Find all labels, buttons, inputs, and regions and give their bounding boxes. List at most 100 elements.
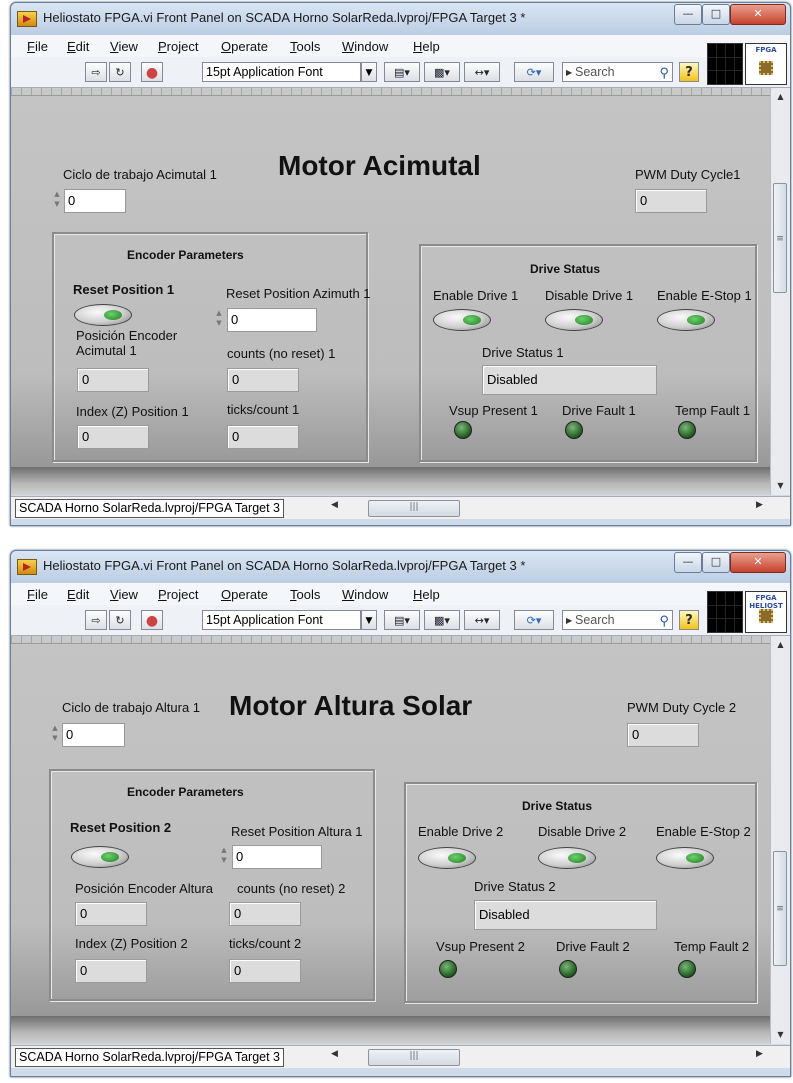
reset-position-input[interactable]: 0 — [232, 845, 322, 869]
ticks-per-count-indicator: 0 — [229, 959, 301, 983]
reset-position-button[interactable] — [74, 304, 132, 326]
vertical-scrollbar[interactable]: ▲ ≡ ▼ — [770, 636, 790, 1044]
menu-file[interactable]: File — [27, 587, 48, 602]
menu-window[interactable]: Window — [342, 39, 388, 54]
menu-tools[interactable]: Tools — [290, 39, 320, 54]
run-continuously-icon[interactable]: ↻ — [109, 610, 131, 630]
duty-cycle-label: Ciclo de trabajo Acimutal 1 — [63, 167, 217, 182]
menu-edit[interactable]: Edit — [67, 39, 89, 54]
menu-project[interactable]: Project — [158, 39, 198, 54]
menu-project[interactable]: Project — [158, 587, 198, 602]
minimize-button[interactable]: — — [674, 552, 702, 573]
scroll-down-icon[interactable]: ▼ — [771, 1028, 790, 1042]
title-bar[interactable]: Heliostato FPGA.vi Front Panel on SCADA … — [11, 551, 790, 583]
drive-status-title: Drive Status — [530, 262, 601, 276]
font-select[interactable]: 15pt Application Font — [202, 610, 361, 630]
panel-ruler — [11, 88, 771, 96]
vertical-scrollbar[interactable]: ▲ ≡ ▼ — [770, 88, 790, 495]
menu-operate[interactable]: Operate — [221, 39, 268, 54]
vi-icon[interactable]: FPGA HELIOST — [745, 591, 787, 633]
scroll-right-icon[interactable]: ▶ — [756, 500, 763, 510]
reset-position-button[interactable] — [71, 846, 129, 868]
menu-bar: File Edit View Project Operate Tools Win… — [11, 583, 790, 605]
vertical-scroll-thumb[interactable]: ≡ — [773, 851, 787, 966]
vsup-present-led — [439, 960, 457, 978]
window-title: Heliostato FPGA.vi Front Panel on SCADA … — [43, 558, 526, 573]
menu-view[interactable]: View — [110, 587, 138, 602]
title-bar[interactable]: Heliostato FPGA.vi Front Panel on SCADA … — [11, 3, 790, 35]
reorder-icon[interactable]: ⟳▾ — [514, 610, 554, 630]
maximize-button[interactable]: □ — [702, 552, 730, 573]
run-arrow-icon[interactable]: ⇨ — [85, 62, 107, 82]
enable-estop-button[interactable] — [657, 309, 715, 331]
pwm-duty-indicator: 0 — [627, 723, 699, 747]
scroll-up-icon[interactable]: ▲ — [771, 638, 790, 652]
menu-view[interactable]: View — [110, 39, 138, 54]
reorder-icon[interactable]: ⟳▾ — [514, 62, 554, 82]
labview-vi-icon — [17, 559, 37, 575]
menu-operate[interactable]: Operate — [221, 587, 268, 602]
run-continuously-icon[interactable]: ↻ — [109, 62, 131, 82]
abort-icon[interactable]: ● — [141, 62, 163, 82]
encoder-parameters-cluster: Encoder Parameters Reset Position 2 Rese… — [49, 769, 375, 1001]
search-icon[interactable]: ⚲ — [659, 611, 669, 630]
drive-fault-label: Drive Fault 1 — [562, 403, 636, 418]
search-input[interactable]: ▶ Search ⚲ — [562, 610, 673, 630]
enable-drive-button[interactable] — [433, 309, 491, 331]
connector-pane-icon[interactable] — [707, 591, 743, 633]
reset-position-input[interactable]: 0 — [227, 308, 317, 332]
scroll-up-icon[interactable]: ▲ — [771, 90, 790, 104]
align-objects-icon[interactable]: ▤▾ — [384, 610, 420, 630]
resize-objects-icon[interactable]: ↔▾ — [464, 62, 500, 82]
status-bar: SCADA Horno SolarReda.lvproj/FPGA Target… — [11, 496, 790, 519]
duty-cycle-input[interactable]: 0 — [62, 723, 125, 747]
enable-drive-button[interactable] — [418, 847, 476, 869]
spinner-icon[interactable]: ▲ ▼ — [52, 189, 62, 213]
close-button[interactable]: ✕ — [730, 4, 786, 25]
abort-icon[interactable]: ● — [141, 610, 163, 630]
pwm-duty-label: PWM Duty Cycle 2 — [627, 700, 737, 715]
maximize-button[interactable]: □ — [702, 4, 730, 25]
counts-label: counts (no reset) 2 — [237, 881, 346, 896]
index-position-label: Index (Z) Position 2 — [75, 936, 188, 951]
duty-cycle-input[interactable]: 0 — [64, 189, 126, 213]
disable-drive-button[interactable] — [538, 847, 596, 869]
spinner-icon[interactable]: ▲ ▼ — [50, 723, 60, 747]
scroll-left-icon[interactable]: ◀ — [331, 1049, 338, 1059]
horizontal-scroll-thumb[interactable]: ||| — [368, 500, 460, 517]
disable-drive-button[interactable] — [545, 309, 603, 331]
menu-help[interactable]: Help — [413, 587, 440, 602]
horizontal-scroll-thumb[interactable]: ||| — [368, 1049, 460, 1066]
spinner-icon[interactable]: ▲ ▼ — [214, 308, 224, 332]
menu-help[interactable]: Help — [413, 39, 440, 54]
distribute-objects-icon[interactable]: ▩▾ — [424, 62, 460, 82]
enable-estop-button[interactable] — [656, 847, 714, 869]
font-select[interactable]: 15pt Application Font — [202, 62, 361, 82]
spinner-icon[interactable]: ▲ ▼ — [219, 845, 229, 869]
close-button[interactable]: ✕ — [730, 552, 786, 573]
scroll-left-icon[interactable]: ◀ — [331, 500, 338, 510]
align-objects-icon[interactable]: ▤▾ — [384, 62, 420, 82]
panel-ruler — [11, 636, 771, 644]
distribute-objects-icon[interactable]: ▩▾ — [424, 610, 460, 630]
vertical-scroll-thumb[interactable]: ≡ — [773, 183, 787, 293]
menu-window[interactable]: Window — [342, 587, 388, 602]
scroll-right-icon[interactable]: ▶ — [756, 1049, 763, 1059]
context-help-icon[interactable]: ? — [679, 62, 699, 82]
menu-tools[interactable]: Tools — [290, 587, 320, 602]
drive-status-indicator: Disabled — [474, 900, 657, 930]
search-icon[interactable]: ⚲ — [659, 63, 669, 82]
vi-icon[interactable]: FPGA — [745, 43, 787, 85]
scroll-down-icon[interactable]: ▼ — [771, 479, 790, 493]
connector-pane-icon[interactable] — [707, 43, 743, 85]
menu-file[interactable]: File — [27, 39, 48, 54]
search-input[interactable]: ▶ Search ⚲ — [562, 62, 673, 82]
minimize-button[interactable]: — — [674, 4, 702, 25]
menu-edit[interactable]: Edit — [67, 587, 89, 602]
run-arrow-icon[interactable]: ⇨ — [85, 610, 107, 630]
resize-objects-icon[interactable]: ↔▾ — [464, 610, 500, 630]
context-help-icon[interactable]: ? — [679, 610, 699, 630]
font-dropdown-icon[interactable]: ▼ — [361, 62, 377, 82]
font-dropdown-icon[interactable]: ▼ — [361, 610, 377, 630]
panel-decoration — [11, 467, 771, 495]
